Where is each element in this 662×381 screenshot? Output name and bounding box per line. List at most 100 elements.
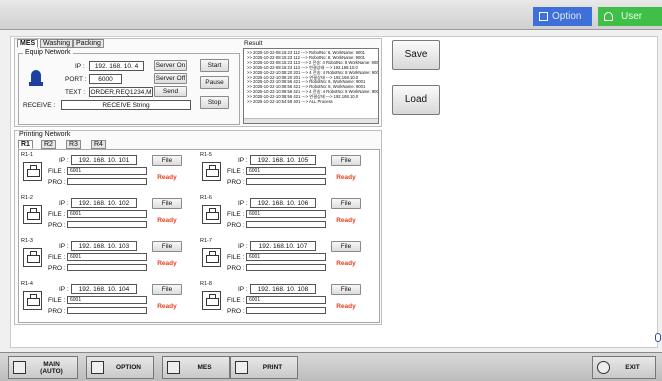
printer-icon — [23, 205, 42, 224]
main-auto-label: MAIN (AUTO) — [40, 360, 63, 375]
unit-ip-field[interactable]: 192. 168. 10. 104 — [71, 284, 137, 294]
unit-status: Ready — [157, 217, 177, 224]
unit-file-field[interactable]: 6001 — [67, 253, 147, 261]
unit-name: R1-1 — [21, 152, 33, 158]
unit-file-label: FILE : — [227, 254, 245, 261]
start-button[interactable]: Start — [200, 59, 229, 72]
unit-name: R1-6 — [200, 195, 212, 201]
unit-file-label: FILE : — [227, 297, 245, 304]
unit-ip-field[interactable]: 192. 168. 10. 102 — [71, 198, 137, 208]
unit-file-field[interactable]: 6001 — [67, 210, 147, 218]
unit-ip-field[interactable]: 192. 168.10. 107 — [250, 241, 316, 251]
printer-unit: R1-6 IP :192. 168. 10. 106 File FILE :6001 P… — [200, 195, 375, 235]
result-line: >> 2025-10-22-10:54:59 401 ---> ALL Proc… — [247, 99, 333, 105]
printer-icon — [202, 205, 221, 224]
load-button[interactable]: Load — [392, 85, 440, 115]
exit-button[interactable]: EXIT — [592, 356, 656, 379]
unit-name: R1-7 — [200, 238, 212, 244]
print-nav-label: PRINT — [262, 364, 283, 371]
unit-file-field[interactable]: 6001 — [246, 167, 326, 175]
unit-name: R1-2 — [21, 195, 33, 201]
unit-status: Ready — [336, 260, 356, 267]
send-button[interactable]: Send — [154, 86, 187, 97]
tab-r4[interactable]: R4 — [91, 140, 106, 149]
unit-ip-label: IP : — [59, 243, 69, 250]
printer-icon — [23, 248, 42, 267]
unit-file-button[interactable]: File — [331, 155, 361, 166]
printer-icon — [202, 291, 221, 310]
unit-ip-label: IP : — [238, 200, 248, 207]
unit-ip-field[interactable]: 192. 168. 10. 106 — [250, 198, 316, 208]
unit-ip-field[interactable]: 192. 168. 10. 103 — [71, 241, 137, 251]
result-scrollbar[interactable] — [244, 118, 378, 123]
tab-r2[interactable]: R2 — [41, 140, 56, 149]
unit-status: Ready — [157, 174, 177, 181]
unit-file-label: FILE : — [227, 211, 245, 218]
unit-pro-label: PRO : — [227, 222, 245, 229]
mes-nav-button[interactable]: MES — [162, 356, 230, 379]
unit-file-label: FILE : — [48, 254, 66, 261]
server-off-button[interactable]: Server Off — [154, 73, 187, 84]
unit-ip-field[interactable]: 192. 168. 10. 108 — [250, 284, 316, 294]
unit-ip-field[interactable]: 192. 168. 10. 105 — [250, 155, 316, 165]
unit-pro-label: PRO : — [48, 308, 66, 315]
unit-file-button[interactable]: File — [331, 241, 361, 252]
printing-network-title: Printing Network — [17, 131, 73, 139]
user-label: User — [621, 11, 643, 22]
printer-unit: R1-2 IP :192. 168. 10. 102 File FILE :6001 P… — [21, 195, 196, 235]
stop-button[interactable]: Stop — [200, 96, 229, 109]
result-title: Result — [244, 40, 263, 47]
printer-icon — [23, 162, 42, 181]
unit-file-button[interactable]: File — [152, 155, 182, 166]
unit-pro-field — [67, 307, 147, 314]
unit-pro-label: PRO : — [48, 265, 66, 272]
tab-washing[interactable]: Washing — [40, 39, 73, 48]
unit-ip-field[interactable]: 192. 168. 10. 101 — [71, 155, 137, 165]
unit-file-button[interactable]: File — [331, 198, 361, 209]
unit-file-field[interactable]: 6001 — [246, 296, 326, 304]
tab-packing[interactable]: Packing — [73, 39, 104, 48]
unit-pro-label: PRO : — [48, 179, 66, 186]
unit-pro-field — [246, 221, 326, 228]
unit-pro-field — [67, 264, 147, 271]
printer-unit: R1-8 IP :192. 168. 10. 108 File FILE :6001 P… — [200, 281, 375, 321]
ip-field[interactable]: 192. 168. 10. 4 — [89, 61, 144, 71]
unit-file-button[interactable]: File — [331, 284, 361, 295]
printer-unit: R1-1 IP :192. 168. 10. 101 File FILE :6001 P… — [21, 152, 196, 192]
unit-status: Ready — [336, 174, 356, 181]
unit-file-field[interactable]: 6001 — [246, 253, 326, 261]
unit-name: R1-5 — [200, 152, 212, 158]
unit-name: R1-3 — [21, 238, 33, 244]
unit-file-button[interactable]: File — [152, 241, 182, 252]
unit-ip-label: IP : — [59, 200, 69, 207]
tab-r1[interactable]: R1 — [18, 140, 33, 149]
pause-button[interactable]: Pause — [200, 76, 229, 89]
unit-file-button[interactable]: File — [152, 284, 182, 295]
result-log: >> 2025-10-22-08:15:23 112 ---> RobotNo:… — [243, 48, 379, 124]
receive-label: RECEIVE : — [23, 102, 56, 109]
save-button[interactable]: Save — [392, 40, 440, 70]
option-button[interactable]: Option — [533, 7, 592, 26]
print-nav-button[interactable]: PRINT — [230, 356, 298, 379]
option-nav-button[interactable]: OPTION — [86, 356, 154, 379]
tab-mes[interactable]: MES — [17, 39, 39, 48]
printer-unit: R1-7 IP :192. 168.10. 107 File FILE :6001 PR… — [200, 238, 375, 278]
server-on-button[interactable]: Server On — [154, 60, 187, 71]
printer-unit: R1-5 IP :192. 168. 10. 105 File FILE :6001 P… — [200, 152, 375, 192]
exit-label: EXIT — [625, 364, 640, 371]
receive-field: RECEIVE String — [61, 100, 191, 110]
unit-file-field[interactable]: 6001 — [246, 210, 326, 218]
unit-pro-label: PRO : — [227, 308, 245, 315]
text-field[interactable]: ORDER,REQ1234,M — [89, 87, 153, 97]
unit-file-button[interactable]: File — [152, 198, 182, 209]
bottom-bar: MAIN (AUTO) OPTION MES PRINT EXIT — [0, 352, 662, 381]
port-field[interactable]: 6000 — [89, 74, 122, 84]
tab-r3[interactable]: R3 — [66, 140, 81, 149]
unit-file-field[interactable]: 6001 — [67, 167, 147, 175]
main-auto-button[interactable]: MAIN (AUTO) — [8, 356, 78, 379]
option-icon — [91, 361, 104, 374]
unit-file-field[interactable]: 6001 — [67, 296, 147, 304]
unit-pro-field — [246, 178, 326, 185]
user-button[interactable]: User — [598, 7, 662, 26]
printer-icon — [202, 248, 221, 267]
